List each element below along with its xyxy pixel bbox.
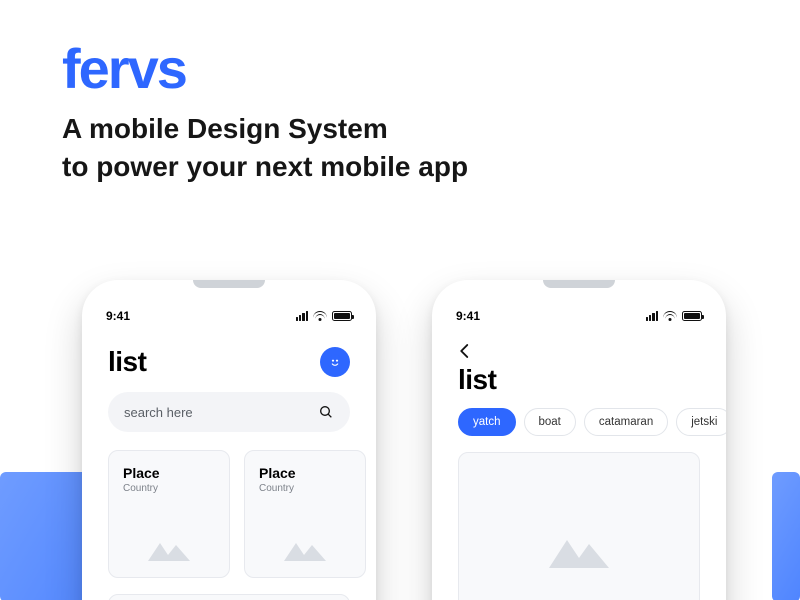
large-place-card[interactable]	[458, 452, 700, 600]
search-placeholder: search here	[124, 405, 193, 420]
filter-chip-jetski[interactable]: jetski	[676, 408, 726, 436]
image-placeholder-icon	[245, 535, 365, 563]
wide-card-peek[interactable]	[108, 594, 350, 600]
battery-icon	[332, 311, 352, 321]
page-title: list	[458, 364, 496, 396]
hero-headline: A mobile Design System to power your nex…	[62, 110, 468, 186]
chevron-left-icon	[456, 342, 474, 360]
card-title: Place	[123, 465, 215, 481]
chip-label: catamaran	[599, 416, 653, 428]
phone-notch	[193, 280, 265, 288]
battery-icon	[682, 311, 702, 321]
phone-notch	[543, 280, 615, 288]
wifi-icon	[313, 311, 327, 321]
avatar-button[interactable]	[320, 347, 350, 377]
status-time: 9:41	[106, 309, 130, 323]
phone-mock-filtered-list: 9:41 list yatch boat catamaran jetski c	[432, 280, 726, 600]
status-time: 9:41	[456, 309, 480, 323]
chip-label: jetski	[691, 416, 717, 428]
phone-mock-list: 9:41 list search here Place Country	[82, 280, 376, 600]
place-card[interactable]: Place Country	[244, 450, 366, 578]
hero-headline-l2: to power your next mobile app	[62, 148, 468, 186]
filter-chip-boat[interactable]: boat	[524, 408, 576, 436]
image-placeholder-icon	[109, 535, 229, 563]
image-placeholder-icon	[547, 530, 611, 575]
wifi-icon	[663, 311, 677, 321]
card-subtitle: Country	[123, 483, 215, 494]
filter-chip-yatch[interactable]: yatch	[458, 408, 516, 436]
signal-icon	[646, 311, 658, 321]
card-subtitle: Country	[259, 483, 351, 494]
status-bar: 9:41	[432, 306, 726, 326]
filter-chip-catamaran[interactable]: catamaran	[584, 408, 668, 436]
decor-gradient-right	[772, 472, 800, 600]
page-title: list	[108, 346, 146, 378]
back-button[interactable]	[456, 342, 474, 365]
search-input[interactable]: search here	[108, 392, 350, 432]
chip-label: boat	[539, 416, 561, 428]
card-carousel[interactable]: Place Country Place Country	[108, 450, 376, 578]
place-card[interactable]: Place Country	[108, 450, 230, 578]
signal-icon	[296, 311, 308, 321]
card-title: Place	[259, 465, 351, 481]
avatar-face-icon	[327, 354, 343, 370]
search-icon	[318, 404, 334, 420]
hero-headline-l1: A mobile Design System	[62, 110, 468, 148]
filter-chip-row[interactable]: yatch boat catamaran jetski c	[458, 408, 726, 436]
status-bar: 9:41	[82, 306, 376, 326]
chip-label: yatch	[473, 416, 501, 428]
brand-logo: fervs	[62, 36, 186, 101]
